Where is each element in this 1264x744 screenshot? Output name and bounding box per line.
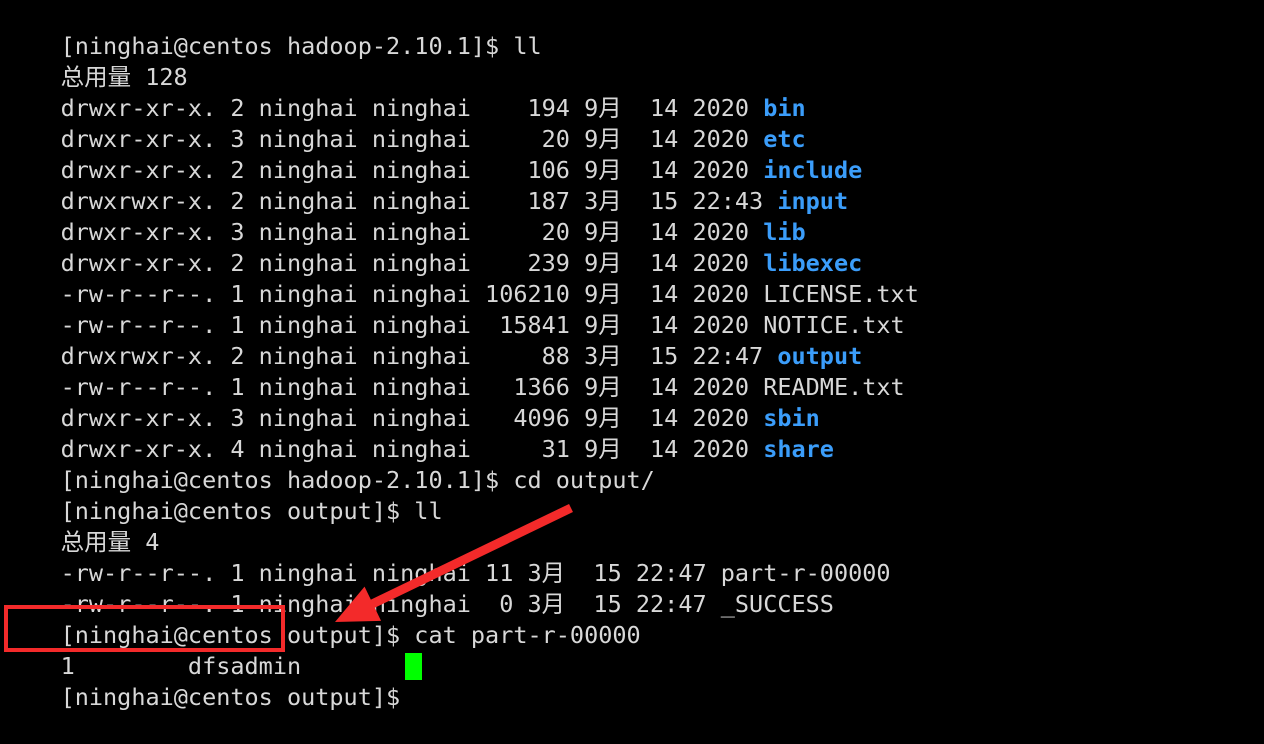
terminal-line: [ninghai@centos output]$ cat part-r-0000… xyxy=(4,589,641,649)
file-list-row: drwxr-xr-x. 2 ninghai ninghai 194 9月 14 … xyxy=(4,62,806,122)
cat-output-line: 1 dfsadmin xyxy=(4,620,302,680)
file-list-row: drwxrwxr-x. 2 ninghai ninghai 88 3月 15 2… xyxy=(4,310,863,370)
file-list-row: -rw-r--r--. 1 ninghai ninghai 15841 9月 1… xyxy=(4,279,905,339)
line-text: [ninghai@centos output]$ xyxy=(60,683,415,711)
terminal-cursor xyxy=(405,653,422,680)
terminal-line: [ninghai@centos hadoop-2.10.1]$ ll xyxy=(4,0,542,60)
file-list-row: -rw-r--r--. 1 ninghai ninghai 106210 9月 … xyxy=(4,248,919,308)
file-list-row: -rw-r--r--. 1 ninghai ninghai 0 3月 15 22… xyxy=(4,558,834,618)
terminal-prompt-line: [ninghai@centos output]$ xyxy=(4,651,414,711)
file-list-row: drwxr-xr-x. 2 ninghai ninghai 239 9月 14 … xyxy=(4,217,863,277)
file-list-row: drwxr-xr-x. 3 ninghai ninghai 20 9月 14 2… xyxy=(4,186,806,246)
terminal-window[interactable]: [ninghai@centos hadoop-2.10.1]$ ll 总用量 1… xyxy=(0,0,1264,711)
file-list-row: drwxr-xr-x. 3 ninghai ninghai 20 9月 14 2… xyxy=(4,93,806,153)
terminal-line: [ninghai@centos output]$ ll xyxy=(4,465,443,525)
file-list-row: drwxr-xr-x. 3 ninghai ninghai 4096 9月 14… xyxy=(4,372,820,432)
terminal-line: 总用量 128 xyxy=(4,31,188,91)
file-list-row: drwxrwxr-x. 2 ninghai ninghai 187 3月 15 … xyxy=(4,155,849,215)
file-list-row: drwxr-xr-x. 4 ninghai ninghai 31 9月 14 2… xyxy=(4,403,834,463)
file-list-row: -rw-r--r--. 1 ninghai ninghai 1366 9月 14… xyxy=(4,341,905,401)
terminal-line: 总用量 4 xyxy=(4,496,160,556)
file-name-success[interactable]: _SUCCESS xyxy=(721,590,834,618)
file-list-row: drwxr-xr-x. 2 ninghai ninghai 106 9月 14 … xyxy=(4,124,863,184)
file-list-row: -rw-r--r--. 1 ninghai ninghai 11 3月 15 2… xyxy=(4,527,891,587)
file-name-share[interactable]: share xyxy=(763,435,834,463)
terminal-line: [ninghai@centos hadoop-2.10.1]$ cd outpu… xyxy=(4,434,655,494)
